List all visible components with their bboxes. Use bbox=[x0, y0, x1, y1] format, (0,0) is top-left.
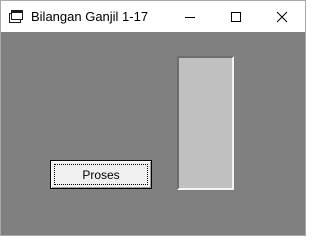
form-client-area: Proses bbox=[1, 32, 305, 235]
result-listbox[interactable] bbox=[177, 56, 234, 190]
window-title: Bilangan Ganjil 1-17 bbox=[31, 9, 149, 24]
app-window: Bilangan Ganjil 1-17 Proses bbox=[0, 0, 306, 236]
close-icon bbox=[276, 11, 288, 23]
close-button[interactable] bbox=[259, 1, 305, 32]
title-bar[interactable]: Bilangan Ganjil 1-17 bbox=[1, 1, 305, 32]
maximize-icon bbox=[231, 12, 241, 22]
minimize-icon bbox=[185, 17, 195, 18]
minimize-button[interactable] bbox=[167, 1, 213, 32]
app-window-icon[interactable] bbox=[8, 10, 24, 24]
maximize-button[interactable] bbox=[213, 1, 259, 32]
proses-button[interactable]: Proses bbox=[50, 160, 152, 189]
proses-button-label: Proses bbox=[82, 168, 120, 182]
